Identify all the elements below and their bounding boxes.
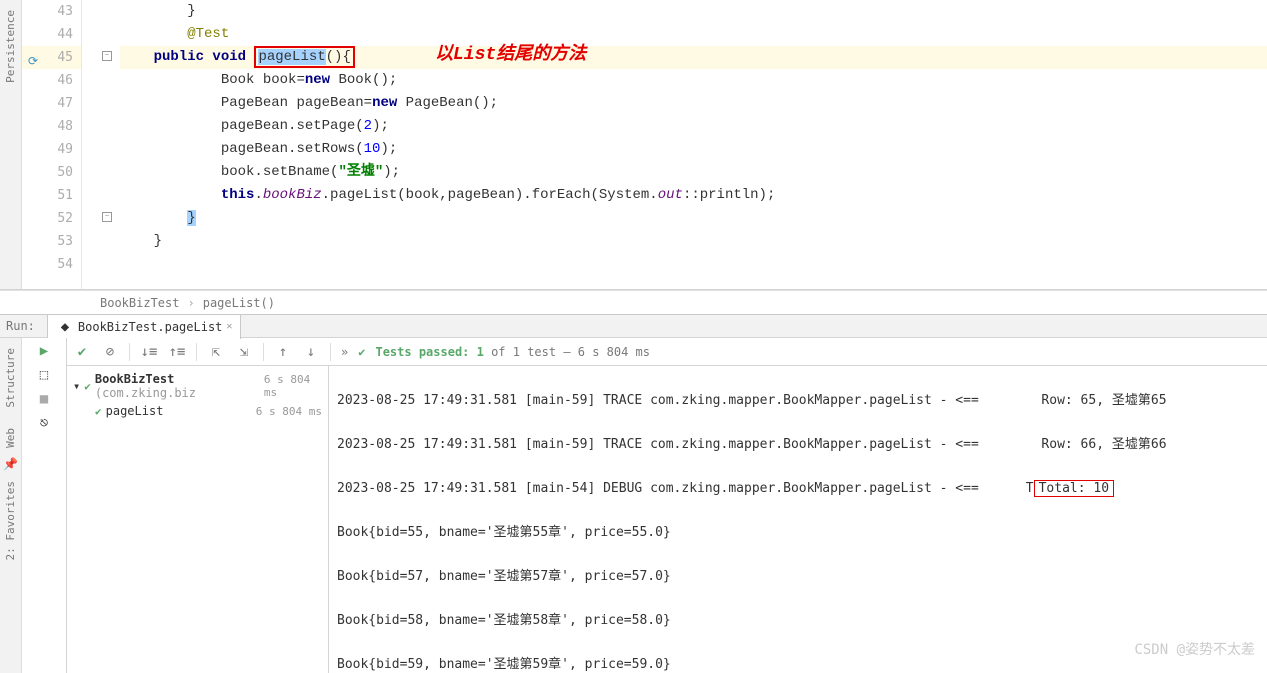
line-number: 53 — [22, 230, 81, 253]
console-line: Book{bid=55, bname='圣墟第55章', price=55.0} — [337, 522, 1259, 544]
check-icon[interactable]: ✔ — [73, 343, 91, 361]
breadcrumb[interactable]: BookBizTest › pageList() — [0, 290, 1267, 314]
test-node-child[interactable]: ✔ pageList 6 s 804 ms — [67, 402, 328, 420]
watermark: CSDN @姿势不太差 — [1134, 639, 1255, 661]
left-tool-window-bar-lower[interactable]: Structure Web 📌 2: Favorites — [0, 338, 22, 673]
breadcrumb-class[interactable]: BookBizTest — [100, 296, 179, 310]
test-tree[interactable]: ▾ ✔ BookBizTest (com.zking.biz 6 s 804 m… — [67, 366, 329, 673]
fold-icon[interactable]: − — [102, 51, 112, 61]
expand-icon[interactable]: ⇱ — [207, 343, 225, 361]
code-line: PageBean pageBean=new PageBean(); — [120, 92, 1267, 115]
close-icon[interactable]: ✕ — [226, 321, 232, 332]
line-number: 51 — [22, 184, 81, 207]
collapse-icon[interactable]: ⇲ — [235, 343, 253, 361]
test-icon: ◆ — [56, 318, 74, 336]
code-line — [120, 253, 1267, 276]
down-icon[interactable]: ↓ — [302, 343, 320, 361]
console-line: 2023-08-25 17:49:31.581 [main-59] TRACE … — [337, 390, 1259, 412]
line-number: 43 — [22, 0, 81, 23]
test-toolbar: ✔ ⊘ ↓≡ ↑≡ ⇱ ⇲ ↑ ↓ » ✔ Tests passed: 1 of… — [67, 338, 1267, 366]
toggle-icon[interactable]: ⬚ — [35, 366, 53, 384]
check-icon: ✔ — [84, 380, 91, 393]
breadcrumb-method[interactable]: pageList() — [203, 296, 275, 310]
run-actions: ▶ ⬚ ■ ⎋ — [22, 338, 67, 673]
structure-tab[interactable]: Structure — [2, 338, 19, 418]
skip-icon[interactable]: ⊘ — [101, 343, 119, 361]
line-number: 49 — [22, 138, 81, 161]
code-line: this.bookBiz.pageList(book,pageBean).for… — [120, 184, 1267, 207]
check-icon: ✔ — [358, 345, 365, 359]
code-line: pageBean.setPage(2); — [120, 115, 1267, 138]
chevron-right-icon: › — [187, 296, 194, 310]
stop-icon[interactable]: ■ — [35, 390, 53, 408]
console-line: Book{bid=59, bname='圣墟第59章', price=59.0} — [337, 654, 1259, 673]
test-status: Tests passed: 1 of 1 test – 6 s 804 ms — [375, 345, 650, 359]
code-line: −public void pageList(){以List结尾的方法 — [120, 46, 1267, 69]
console-line: Book{bid=57, bname='圣墟第57章', price=57.0} — [337, 566, 1259, 588]
fold-icon[interactable]: − — [102, 212, 112, 222]
reload-icon[interactable]: ⟳ — [24, 50, 38, 64]
console-output[interactable]: 2023-08-25 17:49:31.581 [main-59] TRACE … — [329, 366, 1267, 673]
code-line: Book book=new Book(); — [120, 69, 1267, 92]
code-editor[interactable]: } @Test −public void pageList(){以List结尾的… — [82, 0, 1267, 289]
web-tab[interactable]: Web — [2, 418, 19, 458]
run-tab[interactable]: ◆ BookBizTest.pageList ✕ — [47, 314, 242, 339]
exit-icon[interactable]: ⎋ — [35, 414, 53, 432]
console-line: 2023-08-25 17:49:31.581 [main-54] DEBUG … — [337, 478, 1259, 500]
line-number: 48 — [22, 115, 81, 138]
code-line: @Test — [120, 23, 1267, 46]
sort-icon[interactable]: ↑≡ — [168, 343, 186, 361]
code-line: book.setBname("圣墟"); — [120, 161, 1267, 184]
up-icon[interactable]: ↑ — [274, 343, 292, 361]
code-line: } — [120, 230, 1267, 253]
line-number: 44 — [22, 23, 81, 46]
code-line: pageBean.setRows(10); — [120, 138, 1267, 161]
persist-tab[interactable]: Persistence — [2, 0, 19, 93]
code-line: } — [120, 0, 1267, 23]
console-line: Book{bid=58, bname='圣墟第58章', price=58.0} — [337, 610, 1259, 632]
pin-icon[interactable]: 📌 — [3, 457, 18, 471]
line-number: 46 — [22, 69, 81, 92]
chevron-down-icon[interactable]: ▾ — [73, 379, 80, 393]
test-node-root[interactable]: ▾ ✔ BookBizTest (com.zking.biz 6 s 804 m… — [67, 370, 328, 402]
line-number: 45⟳ — [22, 46, 81, 69]
check-icon: ✔ — [95, 405, 102, 418]
favorites-tab[interactable]: 2: Favorites — [2, 471, 19, 570]
line-number: 50 — [22, 161, 81, 184]
code-line: − } — [120, 207, 1267, 230]
line-number: 52 — [22, 207, 81, 230]
left-tool-window-bar[interactable]: Persistence — [0, 0, 22, 289]
run-tool-bar: Run: ◆ BookBizTest.pageList ✕ — [0, 314, 1267, 338]
editor-gutter[interactable]: 43 44 45⟳ 46 47 48 49 50 51 52 53 54 — [22, 0, 82, 289]
line-number: 54 — [22, 253, 81, 276]
run-label: Run: — [6, 319, 35, 333]
console-line: 2023-08-25 17:49:31.581 [main-59] TRACE … — [337, 434, 1259, 456]
sort-icon[interactable]: ↓≡ — [140, 343, 158, 361]
rerun-icon[interactable]: ▶ — [35, 342, 53, 360]
annotation-label: 以List结尾的方法 — [435, 44, 586, 67]
line-number: 47 — [22, 92, 81, 115]
